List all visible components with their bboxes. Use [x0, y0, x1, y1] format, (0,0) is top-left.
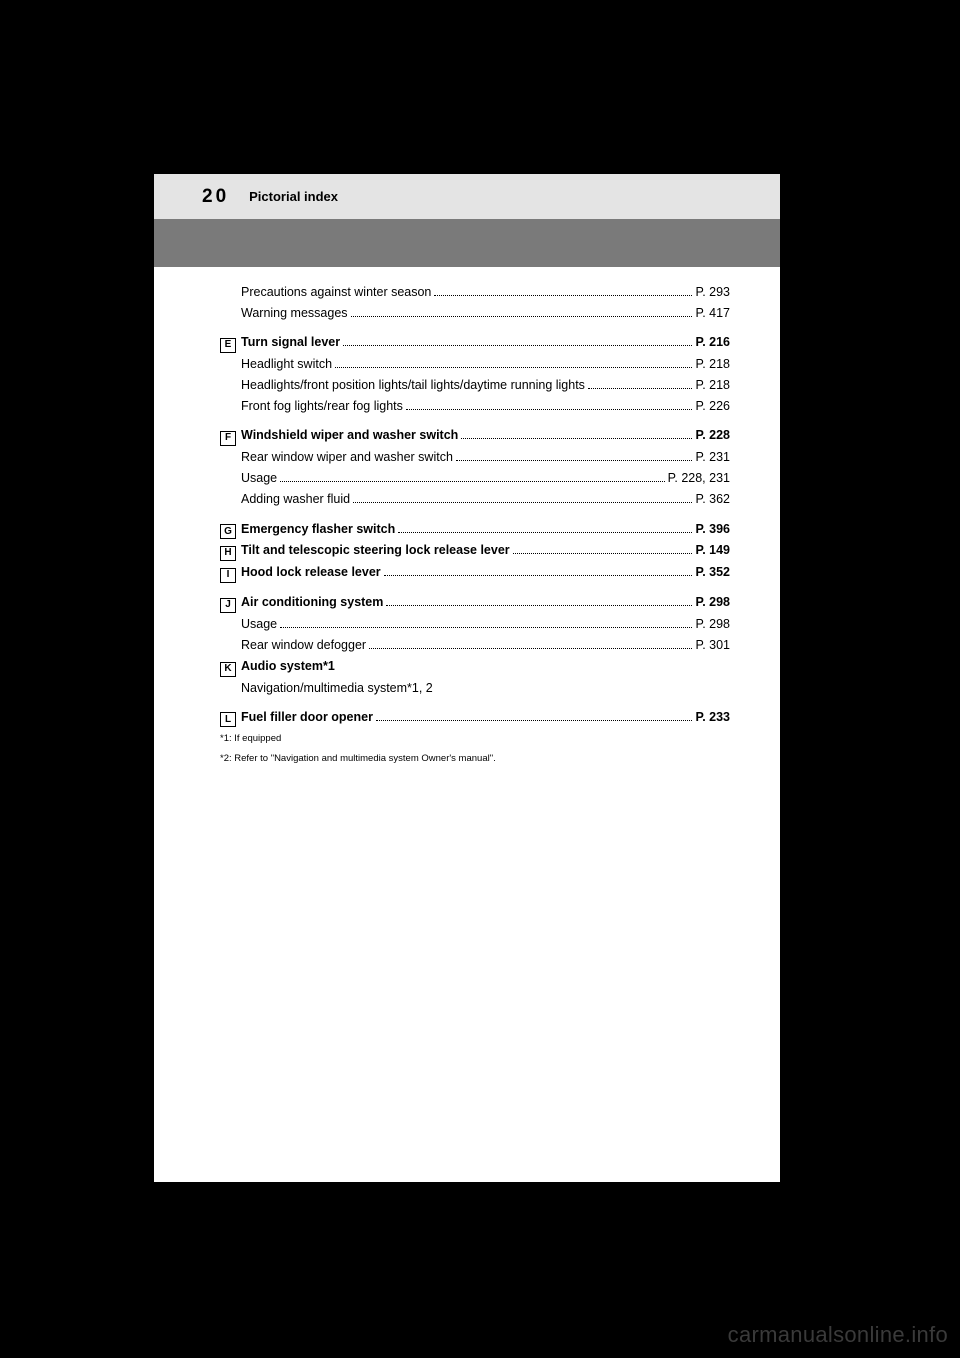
index-line: I Hood lock release lever P. 352: [220, 563, 730, 582]
page-header: 20 Pictorial index: [154, 174, 780, 219]
index-label: Turn signal lever: [241, 333, 340, 351]
page-ref: P. 233: [695, 708, 730, 726]
index-key-g: G: [220, 524, 236, 539]
footnote: *2: Refer to "Navigation and multimedia …: [220, 752, 730, 766]
leader-dots: [353, 502, 692, 503]
index-line: G Emergency flasher switch P. 396: [220, 520, 730, 539]
index-key-h: H: [220, 546, 236, 561]
leader-dots: [386, 605, 692, 606]
index-line: Headlight switch P. 218: [220, 355, 730, 373]
page-ref: P. 352: [695, 563, 730, 581]
watermark: carmanualsonline.info: [728, 1322, 948, 1348]
index-label: Usage: [241, 615, 277, 633]
leader-dots: [343, 345, 692, 346]
index-label: Tilt and telescopic steering lock releas…: [241, 541, 510, 559]
group-gap: [220, 585, 730, 593]
leader-dots: [351, 316, 693, 317]
index-label: Rear window defogger: [241, 636, 366, 654]
index-line: Usage P. 228, 231: [220, 469, 730, 487]
index-line: Rear window wiper and washer switch P. 23…: [220, 448, 730, 466]
index-key-j: J: [220, 598, 236, 613]
index-line: Navigation/multimedia system*1, 2: [220, 679, 730, 697]
index-label: Adding washer fluid: [241, 490, 350, 508]
page-ref: P. 298: [695, 615, 730, 633]
leader-dots: [513, 553, 693, 554]
page-ref: P. 218: [695, 376, 730, 394]
leader-dots: [369, 648, 692, 649]
index-label: Rear window wiper and washer switch: [241, 448, 453, 466]
index-label: Navigation/multimedia system*1, 2: [241, 679, 433, 697]
group-gap: [220, 325, 730, 333]
index-line: K Audio system*1: [220, 657, 730, 676]
index-key-k: K: [220, 662, 236, 677]
leader-dots: [406, 409, 693, 410]
gray-bar: [154, 219, 780, 267]
leader-dots: [280, 481, 665, 482]
leader-dots: [280, 627, 692, 628]
index-line: Headlights/front position lights/tail li…: [220, 376, 730, 394]
leader-dots: [384, 575, 693, 576]
index-line: J Air conditioning system P. 298: [220, 593, 730, 612]
page-ref: P. 231: [695, 448, 730, 466]
leader-dots: [398, 532, 692, 533]
index-label: Air conditioning system: [241, 593, 383, 611]
index-line: Precautions against winter season P. 293: [220, 283, 730, 301]
index-label: Headlights/front position lights/tail li…: [241, 376, 585, 394]
group-gap: [220, 700, 730, 708]
leader-dots: [434, 295, 692, 296]
leader-dots: [588, 388, 693, 389]
index-line: E Turn signal lever P. 216: [220, 333, 730, 352]
leader-dots: [376, 720, 693, 721]
index-label: Hood lock release lever: [241, 563, 381, 581]
index-line: Adding washer fluid P. 362: [220, 490, 730, 508]
index-key-f: F: [220, 431, 236, 446]
index-label: Usage: [241, 469, 277, 487]
footnote: *1: If equipped: [220, 732, 730, 746]
index-line: Front fog lights/rear fog lights P. 226: [220, 397, 730, 415]
group-gap: [220, 418, 730, 426]
page: 20 Pictorial index Precautions against w…: [154, 174, 780, 1182]
index-label: Windshield wiper and washer switch: [241, 426, 458, 444]
page-ref: P. 293: [695, 283, 730, 301]
page-ref: P. 417: [695, 304, 730, 322]
page-number: 20: [202, 186, 229, 208]
page-ref: P. 226: [695, 397, 730, 415]
index-label: Headlight switch: [241, 355, 332, 373]
leader-dots: [335, 367, 692, 368]
index-label: Emergency flasher switch: [241, 520, 395, 538]
index-label: Precautions against winter season: [241, 283, 431, 301]
page-ref: P. 396: [695, 520, 730, 538]
index-label: Front fog lights/rear fog lights: [241, 397, 403, 415]
index-key-e: E: [220, 338, 236, 353]
leader-dots: [456, 460, 693, 461]
index-key-i: I: [220, 568, 236, 583]
index-key-l: L: [220, 712, 236, 727]
index-line: L Fuel filler door opener P. 233: [220, 708, 730, 727]
page-ref: P. 228: [695, 426, 730, 444]
group-gap: [220, 512, 730, 520]
index-label: Warning messages: [241, 304, 348, 322]
index-label: Audio system*1: [241, 657, 335, 675]
leader-dots: [461, 438, 692, 439]
page-ref: P. 216: [695, 333, 730, 351]
header-title: Pictorial index: [249, 189, 338, 204]
page-ref: P. 149: [695, 541, 730, 559]
content: Precautions against winter season P. 293 W…: [154, 267, 780, 766]
index-line: Usage P. 298: [220, 615, 730, 633]
page-ref: P. 228, 231: [668, 469, 730, 487]
index-label: Fuel filler door opener: [241, 708, 373, 726]
index-line: Rear window defogger P. 301: [220, 636, 730, 654]
page-ref: P. 362: [695, 490, 730, 508]
page-ref: P. 218: [695, 355, 730, 373]
index-line: Warning messages P. 417: [220, 304, 730, 322]
page-ref: P. 301: [695, 636, 730, 654]
index-line: F Windshield wiper and washer switch P. 22…: [220, 426, 730, 445]
page-ref: P. 298: [695, 593, 730, 611]
index-line: H Tilt and telescopic steering lock relea…: [220, 541, 730, 560]
